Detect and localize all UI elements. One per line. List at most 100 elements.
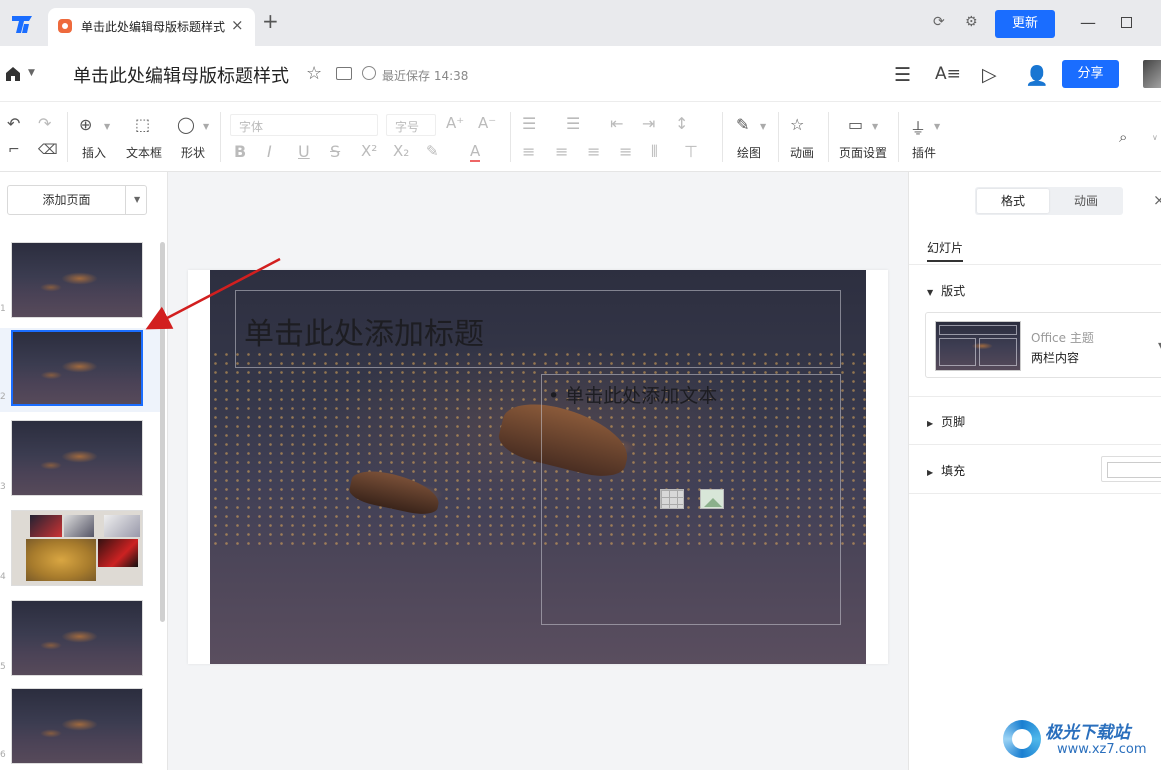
- strikethrough-icon[interactable]: S: [330, 142, 340, 161]
- superscript-icon[interactable]: X²: [361, 142, 377, 160]
- underline-icon[interactable]: U: [298, 142, 310, 161]
- insert-table-icon[interactable]: [660, 489, 684, 509]
- increase-indent-icon[interactable]: ⇥: [642, 114, 655, 133]
- add-page-dropdown-icon[interactable]: ▼: [134, 195, 140, 204]
- new-tab-icon[interactable]: +: [262, 11, 279, 31]
- move-to-folder-icon[interactable]: [336, 67, 352, 80]
- refresh-icon[interactable]: ⟳: [933, 14, 945, 30]
- italic-icon[interactable]: I: [267, 142, 272, 161]
- content-placeholder[interactable]: • 单击此处添加文本: [541, 374, 841, 625]
- star-icon[interactable]: ☆: [306, 63, 322, 84]
- vertical-align-icon[interactable]: ⊤: [684, 142, 698, 161]
- line-spacing-icon[interactable]: ↕: [675, 114, 688, 133]
- slide-thumbnail-6[interactable]: [11, 688, 143, 764]
- textbox-icon[interactable]: ⬚: [135, 115, 150, 134]
- insert-dropdown-icon[interactable]: ▼: [104, 122, 110, 131]
- document-title[interactable]: 单击此处编辑母版标题样式: [73, 62, 289, 88]
- align-center-icon[interactable]: ≡: [555, 142, 568, 161]
- tab-close-icon[interactable]: ×: [231, 16, 244, 34]
- ribbon-collapse-icon[interactable]: ∨: [1152, 133, 1158, 142]
- page-setup-label[interactable]: 页面设置: [839, 144, 887, 161]
- layout-select[interactable]: Office 主题 两栏内容 ▼: [925, 312, 1161, 378]
- insert-icon[interactable]: ⊕: [79, 115, 92, 134]
- draw-label[interactable]: 绘图: [737, 144, 761, 161]
- shape-dropdown-icon[interactable]: ▼: [203, 122, 209, 131]
- thumbnail-image: [12, 421, 142, 495]
- shape-icon[interactable]: ◯: [177, 115, 195, 134]
- active-tab-indicator: [927, 260, 963, 262]
- undo-icon[interactable]: ↶: [7, 114, 20, 133]
- text-format-icon[interactable]: A≡: [935, 64, 961, 84]
- play-presentation-icon[interactable]: ▷: [982, 64, 997, 86]
- tab-format[interactable]: 格式: [977, 189, 1049, 213]
- font-color-icon[interactable]: A: [470, 142, 481, 162]
- bullet-list-icon[interactable]: ☰: [522, 114, 536, 133]
- settings-icon[interactable]: ⚙: [965, 14, 978, 30]
- close-panel-icon[interactable]: ×: [1153, 191, 1161, 209]
- minimize-icon[interactable]: —: [1080, 13, 1096, 32]
- fill-section-header[interactable]: ▶ 填充: [927, 462, 965, 479]
- maximize-icon[interactable]: [1121, 17, 1132, 28]
- add-page-label[interactable]: 添加页面: [8, 186, 126, 214]
- shape-label[interactable]: 形状: [181, 144, 205, 161]
- home-dropdown-icon[interactable]: ▼: [28, 68, 35, 78]
- page-setup-icon[interactable]: ▭: [848, 115, 863, 134]
- watermark-name: 极光下载站: [1045, 723, 1130, 743]
- update-button[interactable]: 更新: [995, 10, 1055, 38]
- highlight-icon[interactable]: ✎: [426, 142, 439, 160]
- menu-icon[interactable]: ☰: [894, 64, 911, 86]
- toolbar-divider: [510, 112, 511, 162]
- decrease-indent-icon[interactable]: ⇤: [610, 114, 623, 133]
- title-placeholder[interactable]: 单击此处添加标题: [235, 290, 841, 368]
- tab-animation[interactable]: 动画: [1051, 189, 1121, 213]
- eraser-icon[interactable]: ⌫: [38, 142, 58, 158]
- animation-icon[interactable]: ☆: [790, 115, 804, 134]
- layout-section-header[interactable]: ▼ 版式: [927, 282, 965, 299]
- footer-section-header[interactable]: ▶ 页脚: [927, 413, 965, 430]
- search-icon[interactable]: ⌕: [1119, 128, 1127, 146]
- content-placeholder-text[interactable]: • 单击此处添加文本: [548, 381, 717, 408]
- slide-thumbnail-4[interactable]: [11, 510, 143, 586]
- insert-label[interactable]: 插入: [82, 144, 106, 161]
- plugin-dropdown-icon[interactable]: ▼: [934, 122, 940, 131]
- animation-label[interactable]: 动画: [790, 144, 814, 161]
- bold-icon[interactable]: B: [234, 142, 246, 161]
- tab-label: 单击此处编辑母版标题样式: [81, 20, 226, 34]
- decrease-font-icon[interactable]: A⁻: [478, 114, 496, 132]
- insert-picture-icon[interactable]: [700, 489, 724, 509]
- tab-slide[interactable]: 幻灯片: [927, 239, 963, 256]
- align-left-icon[interactable]: ≡: [522, 142, 535, 161]
- distribute-icon[interactable]: ⫴: [651, 142, 658, 162]
- thumbnail-image: [12, 243, 142, 317]
- textbox-label[interactable]: 文本框: [126, 144, 162, 161]
- numbered-list-icon[interactable]: ☰: [566, 114, 580, 133]
- add-collaborator-icon[interactable]: 👤: [1025, 64, 1049, 87]
- home-icon[interactable]: [5, 66, 21, 82]
- fill-color-picker[interactable]: [1101, 456, 1161, 482]
- slide-background-image[interactable]: 单击此处添加标题 • 单击此处添加文本: [210, 270, 866, 664]
- draw-dropdown-icon[interactable]: ▼: [760, 122, 766, 131]
- subscript-icon[interactable]: X₂: [393, 142, 409, 160]
- font-family-select[interactable]: 字体: [230, 114, 378, 136]
- slide-thumbnail-5[interactable]: [11, 600, 143, 676]
- redo-icon[interactable]: ↷: [38, 114, 51, 133]
- increase-font-icon[interactable]: A⁺: [446, 114, 464, 132]
- share-button[interactable]: 分享: [1062, 60, 1119, 88]
- avatar[interactable]: [1143, 60, 1161, 88]
- app-logo-icon[interactable]: [10, 13, 34, 35]
- content-placeholder-label[interactable]: 单击此处添加文本: [565, 385, 717, 407]
- document-tab[interactable]: 单击此处编辑母版标题样式 ×: [48, 8, 255, 46]
- add-page-button[interactable]: 添加页面 ▼: [7, 185, 147, 215]
- thumbnail-image: [12, 511, 142, 585]
- plugin-label[interactable]: 插件: [912, 144, 936, 161]
- align-right-icon[interactable]: ≡: [587, 142, 600, 161]
- font-size-select[interactable]: 字号: [386, 114, 436, 136]
- slide-thumbnail-2[interactable]: [11, 330, 143, 406]
- page-setup-dropdown-icon[interactable]: ▼: [872, 122, 878, 131]
- slide-thumbnail-1[interactable]: [11, 242, 143, 318]
- draw-icon[interactable]: ✎: [736, 115, 749, 134]
- slide-thumbnail-3[interactable]: [11, 420, 143, 496]
- justify-icon[interactable]: ≡: [619, 142, 632, 161]
- plugin-icon[interactable]: ⏚: [910, 115, 926, 139]
- format-painter-icon[interactable]: ⌐: [8, 142, 20, 158]
